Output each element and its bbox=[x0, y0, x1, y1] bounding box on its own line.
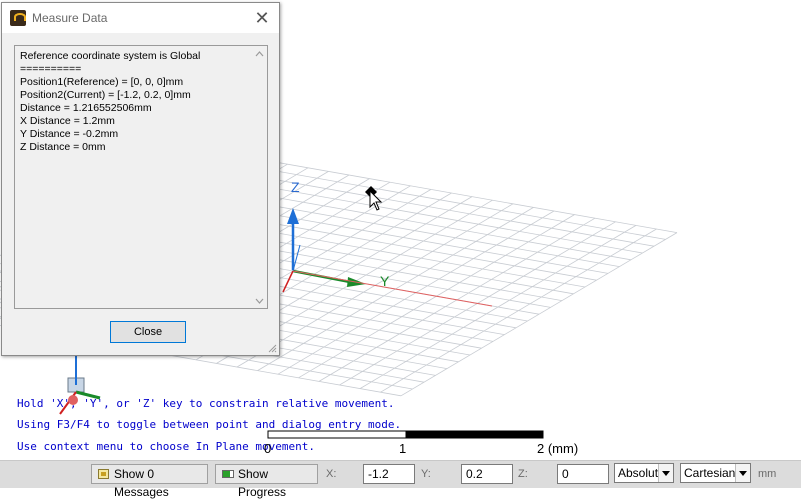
result-line: Position1(Reference) = [0, 0, 0]mm bbox=[20, 76, 184, 88]
show-progress-label: Show Progress bbox=[238, 467, 287, 499]
progress-icon bbox=[222, 470, 234, 478]
y-coordinate-input[interactable]: 0.2 bbox=[461, 464, 513, 484]
scale-label-start: 0 bbox=[264, 441, 272, 456]
result-line: Y Distance = -0.2mm bbox=[20, 128, 119, 140]
result-line: Distance = 1.216552506mm bbox=[20, 102, 152, 114]
scroll-down-icon[interactable] bbox=[255, 296, 264, 305]
measure-data-dialog: Measure Data ✕ Reference coordinate syst… bbox=[1, 2, 280, 356]
scale-label-mid: 1 bbox=[399, 441, 407, 456]
measure-results-lines: Reference coordinate system is Global ==… bbox=[20, 50, 200, 154]
x-label: X: bbox=[326, 468, 337, 480]
hint-constrain: Hold 'X', 'Y', or 'Z' key to constrain r… bbox=[17, 397, 395, 410]
absolute-relative-select[interactable]: Absolut bbox=[614, 463, 674, 483]
dialog-title-bar[interactable]: Measure Data ✕ bbox=[2, 3, 279, 33]
y-label: Y: bbox=[421, 468, 431, 480]
status-bar: Show 0 Messages Show Progress X: -1.2 Y:… bbox=[0, 460, 801, 499]
z-axis-label: Z bbox=[291, 179, 300, 195]
coord-system-select-value: Cartesian bbox=[684, 466, 736, 480]
hint-toggle-mode: Using F3/F4 to toggle between point and … bbox=[17, 418, 402, 431]
scroll-up-icon[interactable] bbox=[255, 50, 264, 59]
show-progress-button[interactable]: Show Progress bbox=[215, 464, 318, 499]
coordinate-system-select[interactable]: Cartesian bbox=[680, 463, 751, 483]
y-axis-label: Y bbox=[380, 273, 390, 289]
result-line: Reference coordinate system is Global bbox=[20, 50, 201, 62]
grid-line bbox=[380, 228, 657, 393]
result-line: Position2(Current) = [-1.2, 0.2, 0]mm bbox=[20, 89, 191, 101]
scale-bar-white-segment bbox=[267, 430, 407, 439]
close-button[interactable]: Close bbox=[110, 321, 186, 343]
x-coordinate-input[interactable]: -1.2 bbox=[363, 464, 415, 484]
vertical-scrollbar[interactable] bbox=[252, 46, 267, 308]
resize-grip-icon[interactable] bbox=[267, 343, 277, 353]
close-icon[interactable]: ✕ bbox=[245, 3, 279, 33]
result-line: ========== bbox=[20, 63, 82, 75]
scale-bar-black-segment bbox=[405, 430, 544, 439]
app-icon bbox=[10, 10, 26, 26]
z-coordinate-input[interactable]: 0 bbox=[557, 464, 609, 484]
unit-label: mm bbox=[758, 468, 777, 480]
chevron-down-icon[interactable] bbox=[735, 464, 750, 482]
scale-label-end: 2 (mm) bbox=[537, 441, 579, 456]
show-messages-button[interactable]: Show 0 Messages bbox=[91, 464, 208, 499]
mode-select-value: Absolut bbox=[618, 466, 659, 480]
chevron-down-icon[interactable] bbox=[658, 464, 673, 482]
grid-line bbox=[359, 225, 637, 389]
result-line: X Distance = 1.2mm bbox=[20, 115, 115, 127]
result-line: Z Distance = 0mm bbox=[20, 141, 106, 153]
measure-results-textbox[interactable]: Reference coordinate system is Global ==… bbox=[14, 45, 268, 309]
show-messages-label: Show 0 Messages bbox=[114, 467, 169, 499]
scale-bar bbox=[267, 430, 544, 439]
grid-line bbox=[400, 232, 678, 397]
messages-icon bbox=[98, 469, 109, 479]
z-label: Z: bbox=[518, 468, 528, 480]
dialog-title: Measure Data bbox=[32, 11, 108, 25]
